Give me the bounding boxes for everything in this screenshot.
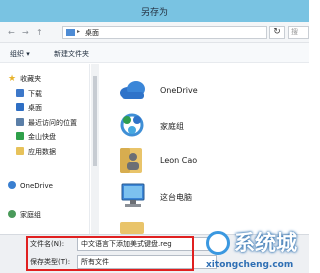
watermark-url: xitongcheng.com — [206, 260, 294, 270]
recent-places-icon — [16, 118, 24, 126]
list-item-homegroup[interactable]: 家庭组 — [116, 111, 266, 139]
star-icon: ★ — [8, 74, 17, 84]
folder-icon — [16, 147, 24, 155]
address-path[interactable]: 桌面 — [85, 28, 99, 38]
list-item-this-pc[interactable]: 这台电脑 — [116, 182, 266, 210]
refresh-button[interactable]: ↻ — [269, 26, 285, 39]
cloud-icon — [8, 181, 16, 189]
address-field[interactable]: ▸ 桌面 — [62, 26, 267, 39]
file-list: OneDrive 家庭组 Leon Cao 这台电脑 — [100, 64, 309, 234]
sidebar-scrollbar[interactable] — [91, 64, 99, 234]
list-item-user[interactable]: Leon Cao — [116, 146, 266, 174]
chevron-right-icon: ▸ — [77, 28, 81, 35]
red-highlight-box — [26, 236, 194, 271]
scrollbar-thumb[interactable] — [93, 76, 97, 166]
address-bar: ← → ↑ ▸ 桌面 ↻ 搜 — [0, 22, 309, 43]
sidebar-item-desktop[interactable]: 桌面 — [16, 103, 42, 113]
list-item-onedrive[interactable]: OneDrive — [116, 76, 266, 104]
homegroup-icon — [116, 111, 148, 139]
computer-icon — [116, 182, 148, 210]
cloud-icon — [116, 76, 148, 104]
sidebar-onedrive[interactable]: OneDrive — [8, 181, 53, 190]
homegroup-icon — [8, 210, 16, 218]
kuaipan-icon — [16, 132, 24, 140]
sidebar-homegroup[interactable]: 家庭组 — [8, 210, 41, 220]
forward-button[interactable]: → — [22, 28, 29, 37]
command-toolbar: 组织 ▾ 新建文件夹 — [0, 43, 309, 63]
sidebar-item-downloads[interactable]: 下载 — [16, 89, 42, 99]
watermark-title: 系统城 — [234, 230, 297, 255]
download-icon — [16, 89, 24, 97]
window-title: 另存为 — [140, 8, 168, 18]
title-bar: 另存为 — [0, 0, 309, 22]
sidebar-item-appdata[interactable]: 应用数据 — [16, 147, 56, 157]
back-button[interactable]: ← — [8, 28, 15, 37]
new-folder-button[interactable]: 新建文件夹 — [54, 49, 89, 59]
navigation-pane: ★ 收藏夹 下载 桌面 最近访问的位置 金山快盘 应用数据 OneDrive 家庭… — [0, 64, 90, 234]
user-icon — [116, 146, 148, 174]
sidebar-item-recent[interactable]: 最近访问的位置 — [16, 118, 77, 128]
sidebar-favorites[interactable]: ★ 收藏夹 — [8, 74, 41, 84]
search-input[interactable]: 搜 — [288, 26, 309, 39]
watermark: 系统城 xitongcheng.com — [206, 227, 309, 273]
up-button[interactable]: ↑ — [36, 28, 43, 37]
folder-icon — [66, 29, 75, 36]
watermark-logo-icon — [206, 231, 230, 255]
organize-button[interactable]: 组织 ▾ — [10, 49, 30, 59]
desktop-icon — [16, 103, 24, 111]
sidebar-item-kuaipan[interactable]: 金山快盘 — [16, 132, 56, 142]
